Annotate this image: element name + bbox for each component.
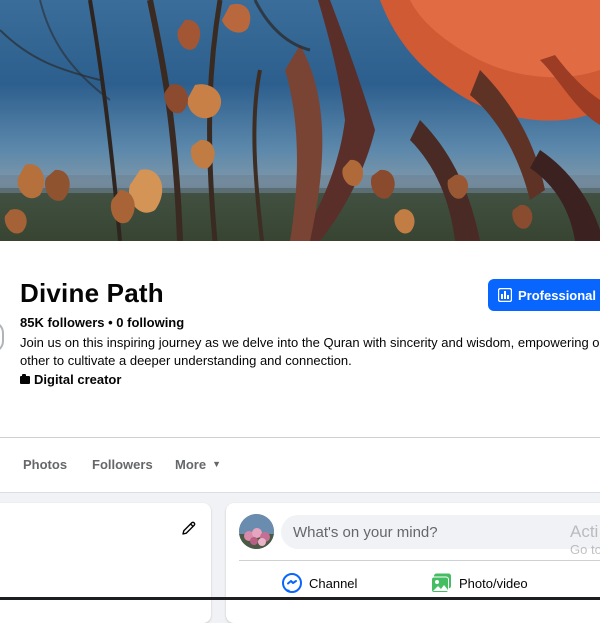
bio-line-1: Join us on this inspiring journey as we … — [20, 335, 600, 350]
category-label: Digital creator — [34, 372, 122, 387]
professional-dashboard-button[interactable]: Professional d — [488, 279, 600, 311]
tab-followers-label: Followers — [92, 456, 153, 472]
photo-video-label: Photo/video — [459, 575, 528, 591]
channel-label: Channel — [309, 575, 358, 591]
watermark-line-1: Acti — [570, 522, 599, 541]
tab-photos-label: Photos — [23, 456, 68, 472]
dashboard-icon — [498, 288, 512, 302]
watermark-line-2: Go to — [570, 542, 600, 557]
cover-photo[interactable] — [0, 0, 600, 241]
channel-button[interactable]: Channel — [282, 573, 357, 593]
professional-dashboard-label: Professional d — [518, 287, 600, 303]
profile-avatar-edge[interactable] — [0, 321, 4, 353]
composer-divider — [239, 560, 600, 561]
page-title: Divine Path — [20, 278, 164, 308]
bio-line-2: other to cultivate a deeper understandin… — [20, 353, 352, 368]
profile-header: Divine Path 85K followers • 0 following … — [0, 241, 600, 493]
header-divider — [0, 437, 600, 438]
photo-video-icon — [431, 573, 452, 593]
photo-video-button[interactable]: Photo/video — [431, 573, 528, 593]
tab-more-label: More — [175, 456, 207, 472]
page-bio: Join us on this inspiring journey as we … — [20, 334, 600, 370]
edit-pencil-icon[interactable] — [180, 520, 197, 542]
tab-more[interactable]: More ▼ — [175, 457, 221, 472]
page-category: Digital creator — [20, 372, 121, 387]
activate-windows-watermark: Acti Go to — [570, 522, 600, 558]
messenger-channel-icon — [282, 573, 302, 593]
whats-on-your-mind-input[interactable] — [281, 515, 600, 549]
cover-flower-image — [0, 0, 600, 241]
followers-stats[interactable]: 85K followers • 0 following — [20, 315, 184, 330]
briefcase-icon — [20, 373, 30, 384]
composer-avatar[interactable] — [239, 514, 274, 549]
tab-followers[interactable]: Followers — [92, 457, 153, 472]
tab-photos[interactable]: Photos — [23, 457, 67, 472]
caret-down-icon: ▼ — [212, 459, 221, 469]
